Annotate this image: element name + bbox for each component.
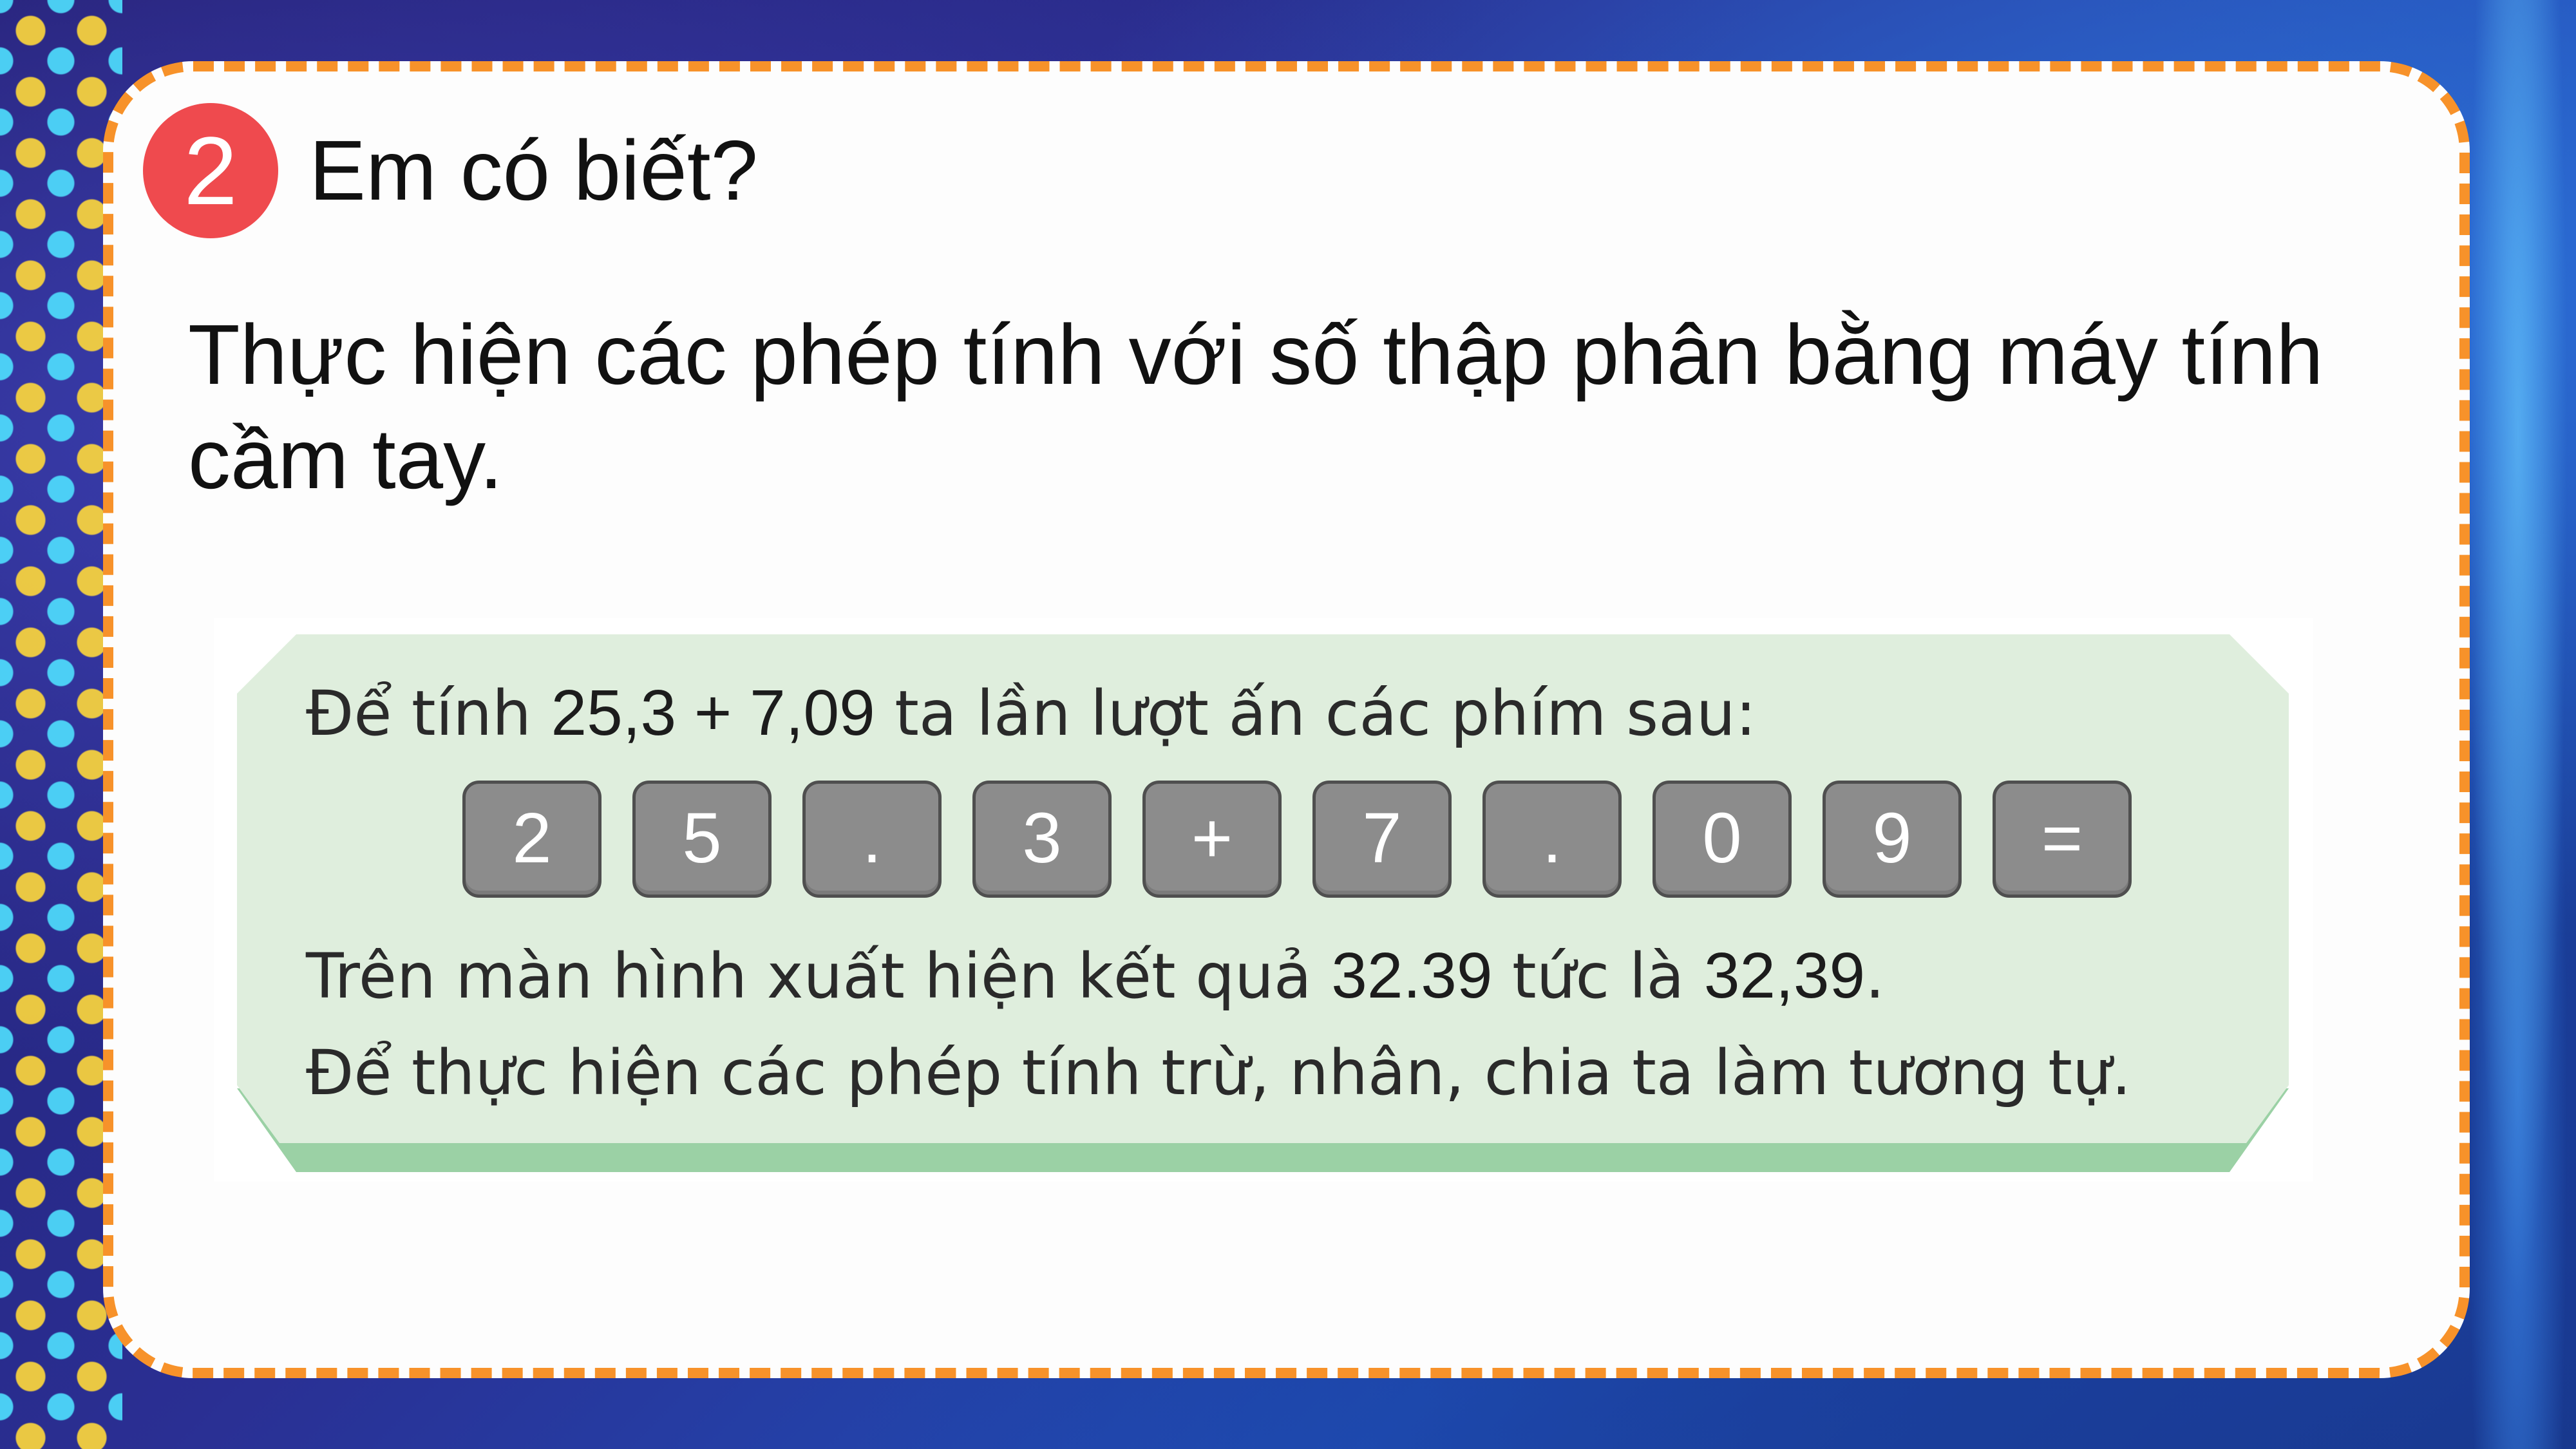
calculator-key-5: 5 [632, 781, 772, 898]
calculator-key-2: 2 [462, 781, 601, 898]
example-expression: 25,3 + 7,09 [551, 677, 875, 749]
section-number-badge: 2 [143, 103, 278, 238]
calculator-key-3: 3 [972, 781, 1112, 898]
calculator-key-decimal: . [1482, 781, 1622, 898]
result-decimal-value: 32,39 [1703, 940, 1866, 1012]
example-result: Trên màn hình xuất hiện kết quả 32.39 tứ… [306, 940, 1885, 1012]
section-title: Em có biết? [309, 123, 758, 218]
calculator-key-plus: + [1142, 781, 1282, 898]
result-display-value: 32.39 [1331, 940, 1493, 1012]
calculator-key-sequence: 2 5 . 3 + 7 . 0 9 = [462, 781, 2132, 898]
calculator-key-decimal: . [802, 781, 942, 898]
calculator-key-0: 0 [1653, 781, 1792, 898]
task-description: Thực hiện các phép tính với số thập phân… [188, 307, 2324, 506]
calculator-key-7: 7 [1312, 781, 1452, 898]
calculator-key-9: 9 [1823, 781, 1962, 898]
example-intro: Để tính 25,3 + 7,09 ta lần lượt ấn các p… [306, 677, 1757, 750]
background-lights-right [2460, 0, 2576, 1449]
example-note: Để thực hiện các phép tính trừ, nhân, ch… [306, 1037, 2132, 1109]
calculator-key-equals: = [1993, 781, 2132, 898]
